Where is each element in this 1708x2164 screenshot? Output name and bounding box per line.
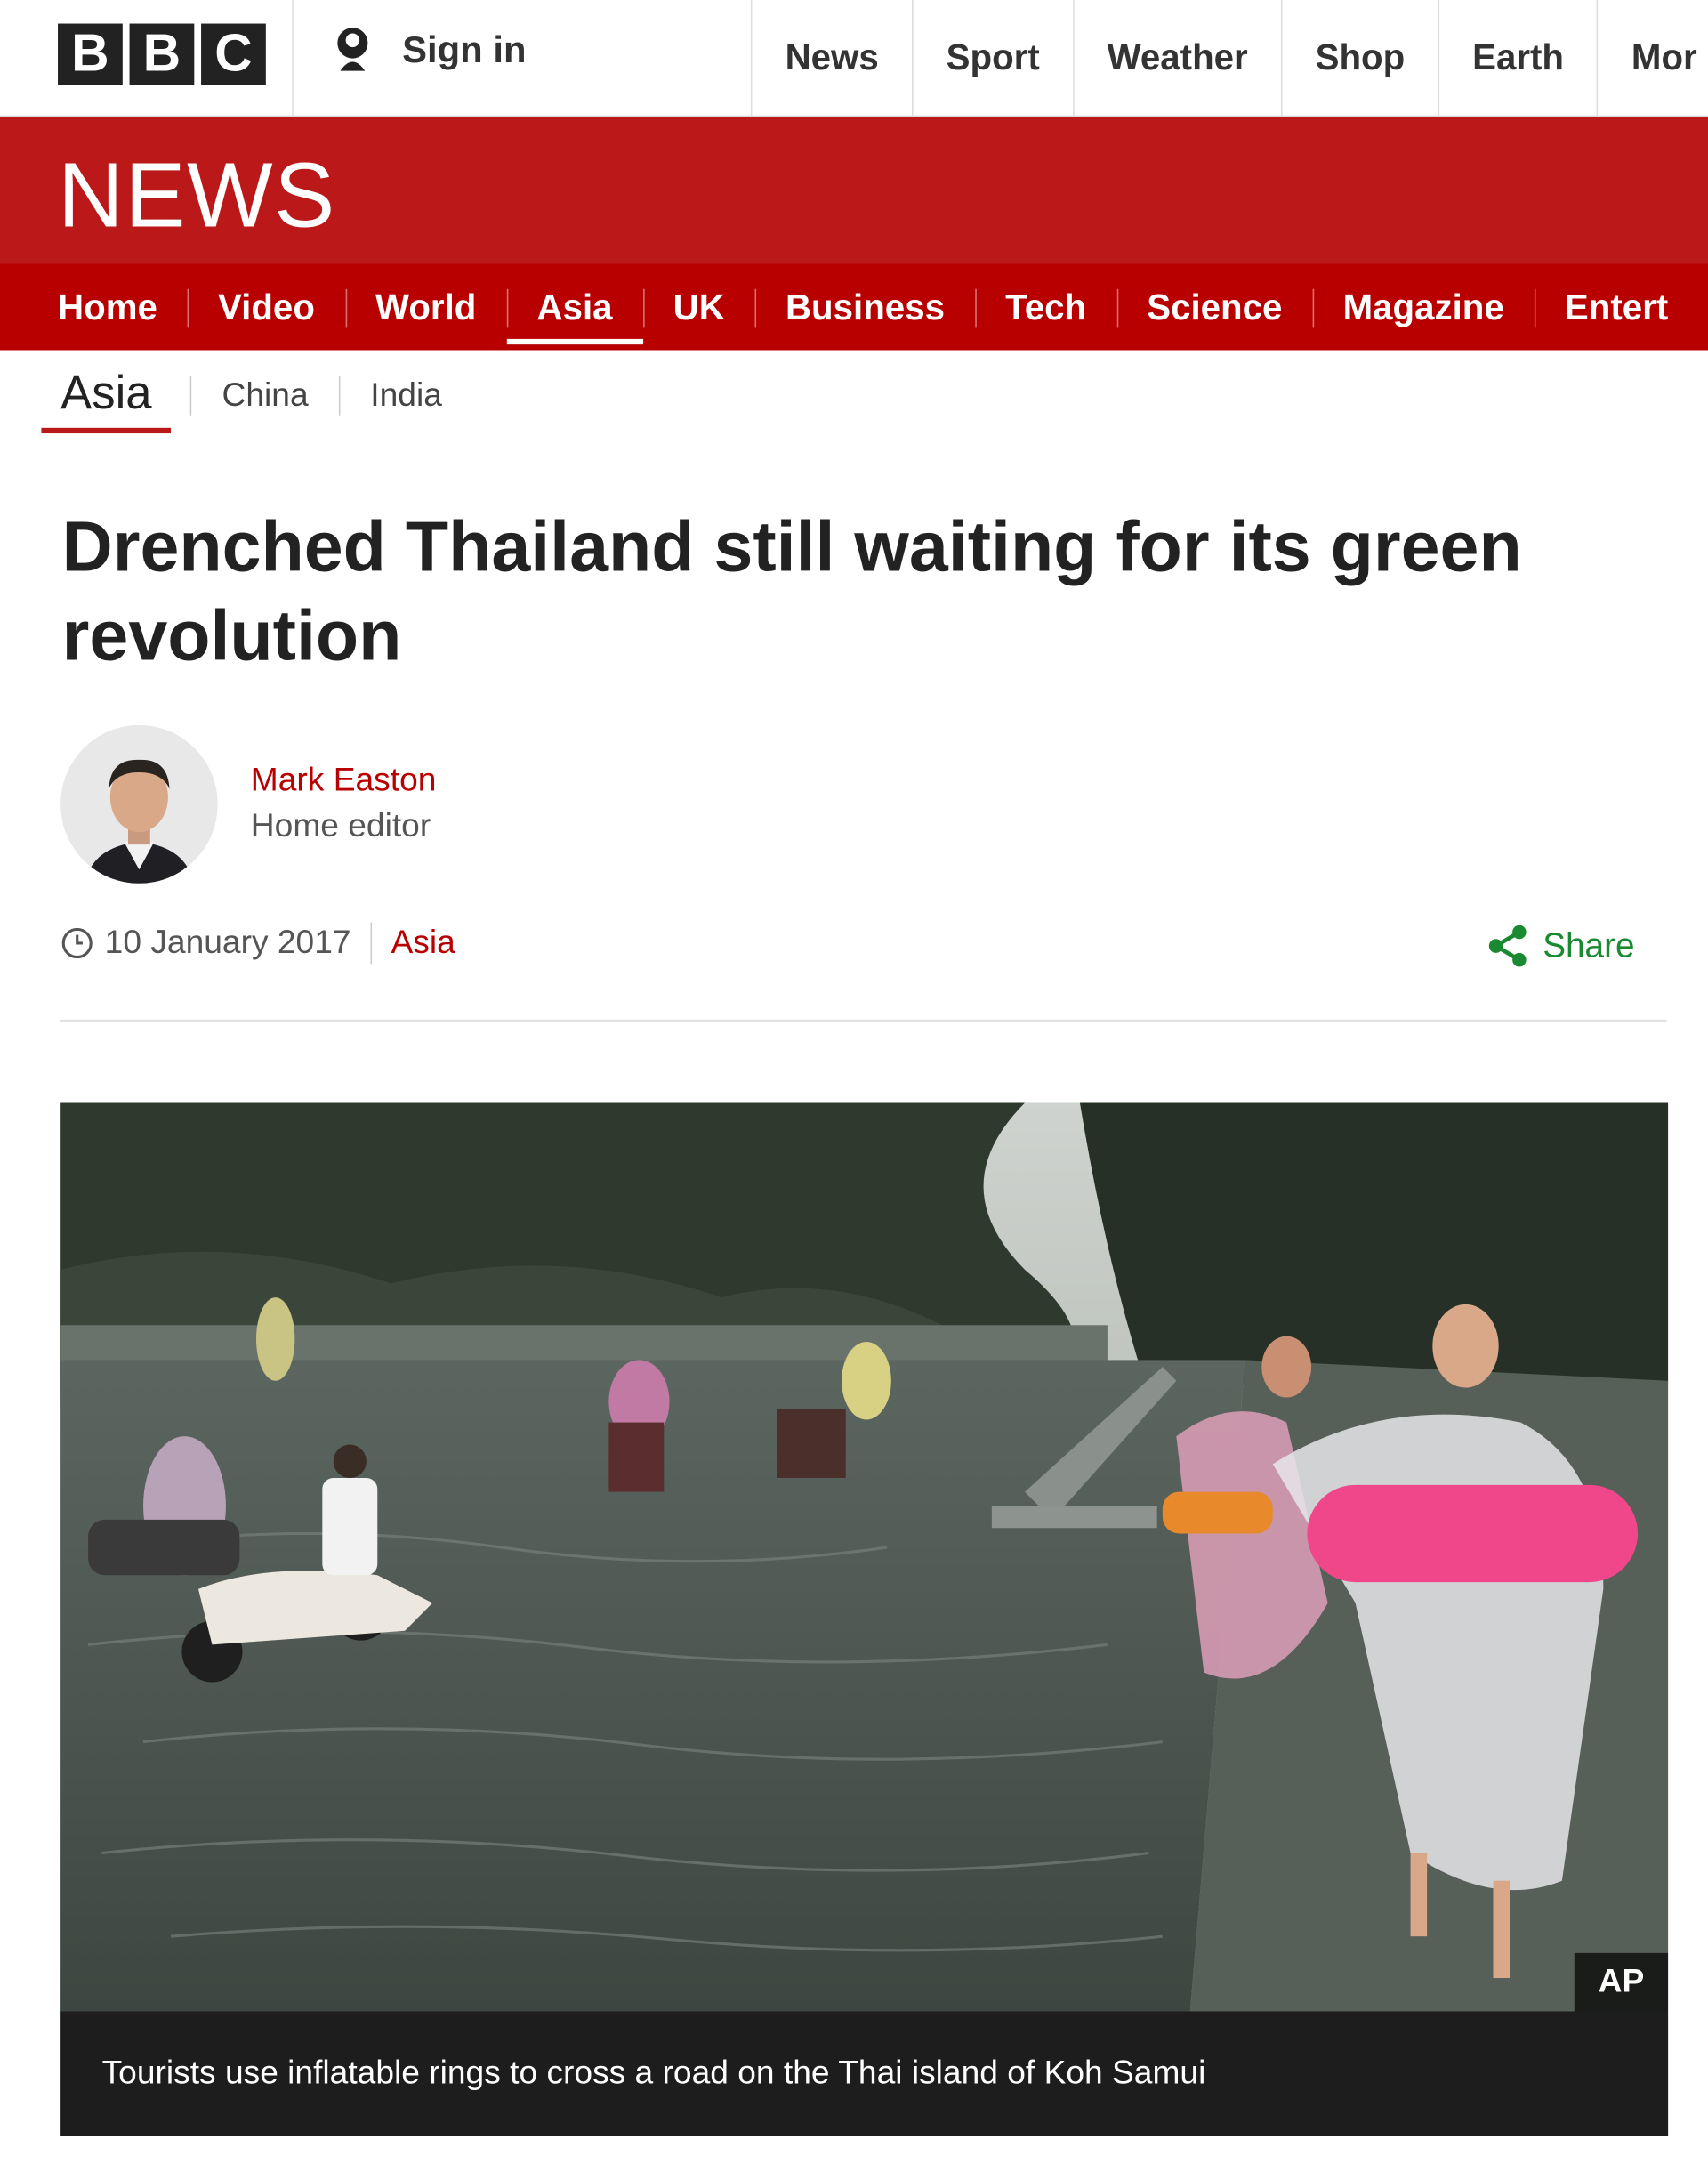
author-role: Home editor bbox=[250, 806, 431, 845]
author-avatar bbox=[60, 724, 218, 884]
nav-item-uk[interactable]: UK bbox=[642, 264, 755, 351]
article-meta: 10 January 2017 Asia bbox=[60, 922, 455, 965]
clock-icon bbox=[61, 927, 93, 959]
top-nav-shop[interactable]: Shop bbox=[1280, 0, 1438, 116]
image-credit: AP bbox=[1574, 1952, 1669, 2012]
subnav-item-india[interactable]: India bbox=[338, 376, 472, 416]
nav-item-entertainment[interactable]: Entert bbox=[1534, 264, 1698, 351]
bbc-logo[interactable]: B B C bbox=[58, 23, 266, 85]
news-banner: NEWS Home Video World Asia UK Business T… bbox=[0, 117, 1708, 351]
share-label: Share bbox=[1543, 925, 1635, 965]
top-nav-weather[interactable]: Weather bbox=[1072, 0, 1281, 116]
author-portrait bbox=[60, 724, 218, 884]
user-icon bbox=[337, 28, 368, 71]
top-nav: News Sport Weather Shop Earth Mor bbox=[750, 0, 1708, 116]
nav-item-business[interactable]: Business bbox=[754, 264, 975, 351]
top-nav-sport[interactable]: Sport bbox=[911, 0, 1073, 116]
divider bbox=[370, 922, 372, 965]
image-caption: Tourists use inflatable rings to cross a… bbox=[60, 2011, 1669, 2136]
hero-photo: AP bbox=[60, 1102, 1669, 2012]
nav-item-asia[interactable]: Asia bbox=[506, 264, 643, 351]
sub-nav: Asia China India bbox=[41, 359, 472, 434]
subnav-current-asia[interactable]: Asia bbox=[41, 359, 172, 434]
divider bbox=[292, 0, 294, 116]
nav-item-video[interactable]: Video bbox=[187, 264, 345, 351]
divider bbox=[60, 1019, 1667, 1022]
bbc-logo-block: C bbox=[201, 23, 266, 85]
top-nav-more[interactable]: Mor bbox=[1597, 0, 1708, 116]
nav-item-home[interactable]: Home bbox=[0, 264, 188, 351]
nav-item-science[interactable]: Science bbox=[1116, 264, 1312, 351]
article-headline: Drenched Thailand still waiting for its … bbox=[61, 506, 1522, 675]
subnav-item-china[interactable]: China bbox=[189, 376, 339, 416]
main-nav: Home Video World Asia UK Business Tech S… bbox=[0, 263, 1708, 351]
flood-scene-image bbox=[60, 1102, 1669, 2012]
page: { "header": { "logo_letters": ["B", "B",… bbox=[0, 0, 1708, 2164]
share-button[interactable]: Share bbox=[1485, 923, 1635, 970]
author-name[interactable]: Mark Easton bbox=[251, 761, 437, 800]
bbc-logo-block: B bbox=[58, 23, 123, 85]
nav-item-tech[interactable]: Tech bbox=[975, 264, 1116, 351]
top-nav-earth[interactable]: Earth bbox=[1438, 0, 1597, 116]
article-category-link[interactable]: Asia bbox=[391, 924, 455, 963]
top-nav-news[interactable]: News bbox=[750, 0, 912, 116]
nav-item-magazine[interactable]: Magazine bbox=[1312, 264, 1535, 351]
bbc-logo-block: B bbox=[129, 23, 195, 85]
bbc-top-bar: B B C Sign in News Sport Weather Shop Ea… bbox=[0, 0, 1708, 117]
share-icon bbox=[1488, 925, 1527, 967]
nav-item-world[interactable]: World bbox=[344, 264, 506, 351]
sign-in-link[interactable]: Sign in bbox=[328, 25, 527, 75]
sign-in-label: Sign in bbox=[402, 28, 527, 70]
article-date: 10 January 2017 bbox=[104, 924, 351, 962]
news-brand[interactable]: NEWS bbox=[58, 141, 336, 247]
